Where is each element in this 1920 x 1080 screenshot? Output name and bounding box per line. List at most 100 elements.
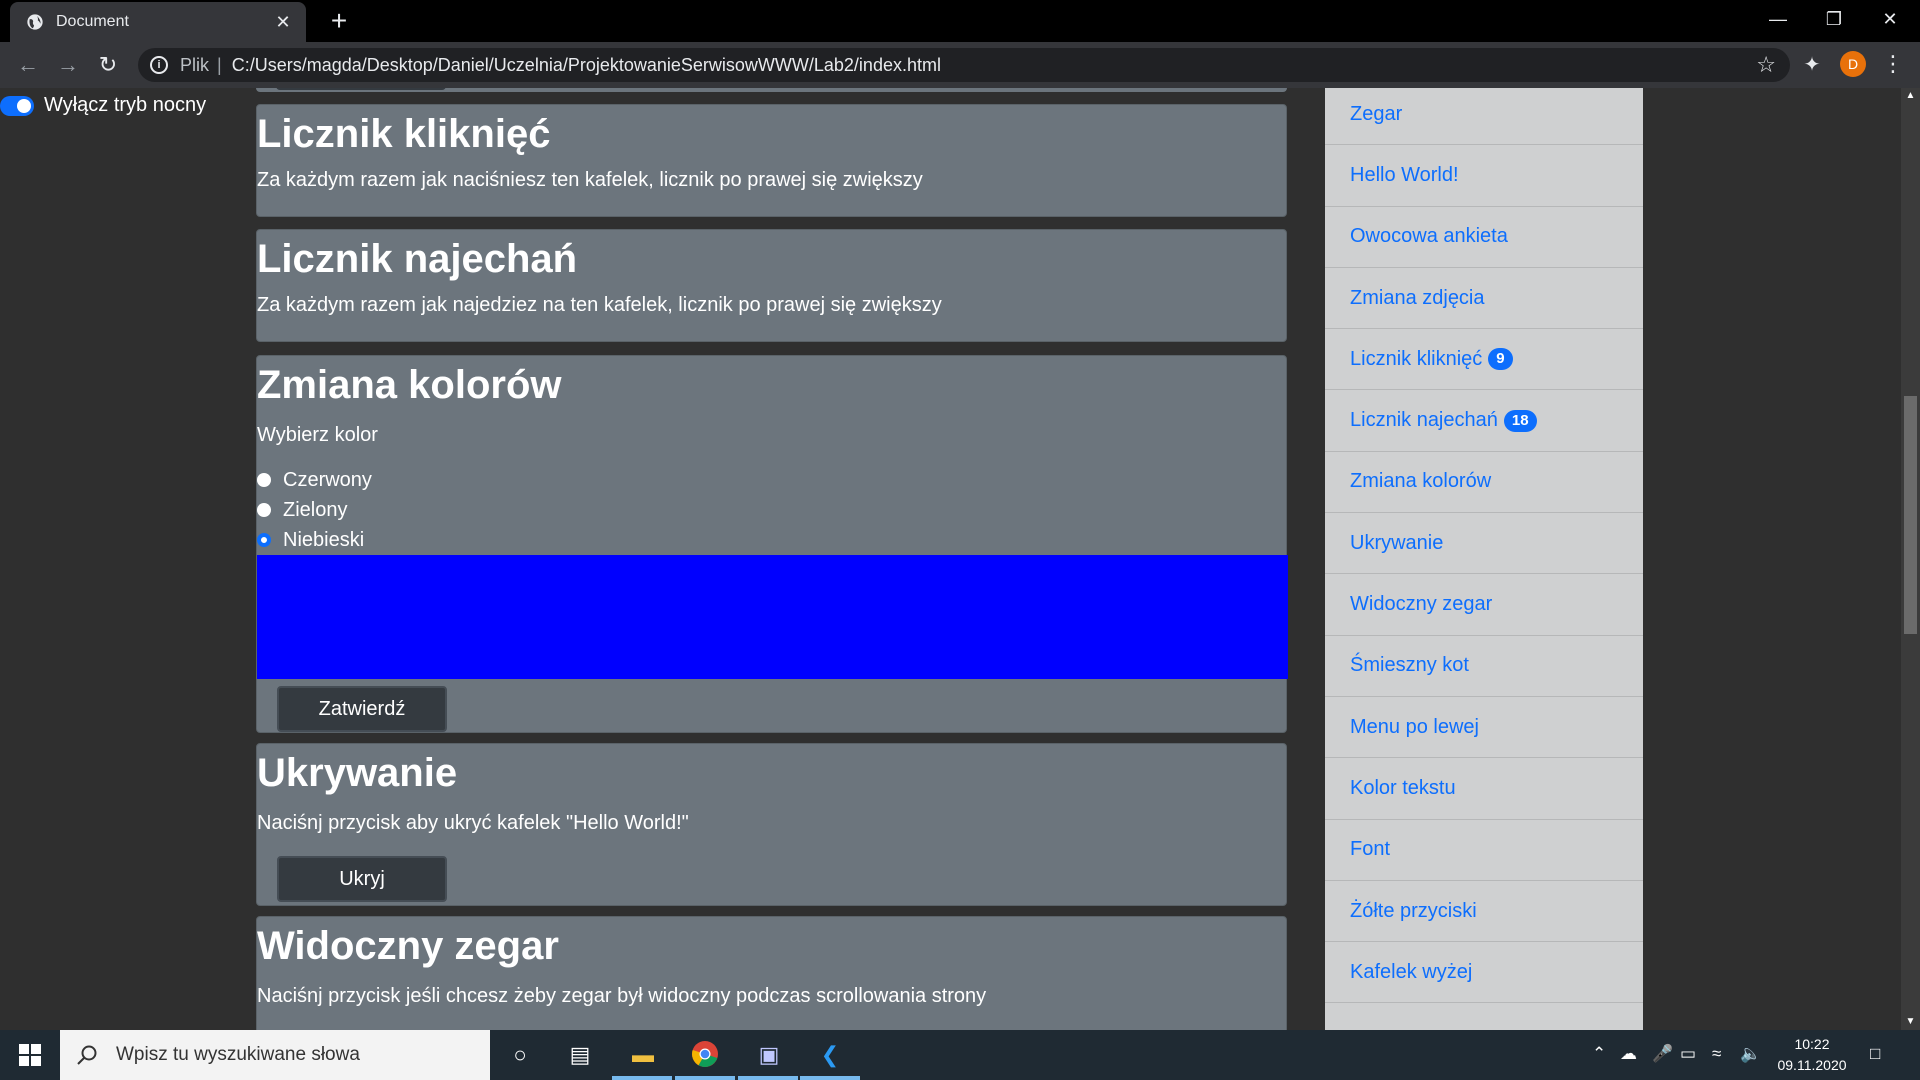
battery-icon[interactable]: ▭ <box>1680 1044 1696 1064</box>
sidebar-nav: Zegar Hello World! Owocowa ankieta Zmian… <box>1325 88 1643 1030</box>
chrome-logo <box>692 1041 718 1068</box>
clock-date: 09.11.2020 <box>1777 1057 1847 1073</box>
sidebar-item-zmiana-kolorow[interactable]: Zmiana kolorów <box>1325 452 1643 514</box>
sidebar-item-label: Zmiana kolorów <box>1350 470 1492 493</box>
sidebar-item-label: Kolor tekstu <box>1350 776 1456 799</box>
sidebar-item-label: Widoczny zegar <box>1350 593 1493 616</box>
sidebar-item-kafelek-wyzej[interactable]: Kafelek wyżej <box>1325 942 1643 1004</box>
tile-visible-clock: Widoczny zegar Naciśnj przycisk jeśli ch… <box>256 916 1287 1030</box>
dark-mode-toggle[interactable]: Wyłącz tryb nocny <box>0 94 206 117</box>
info-icon[interactable]: i <box>150 56 168 74</box>
tile-title: Licznik kliknięć <box>257 112 551 156</box>
new-tab-button[interactable]: + <box>324 6 354 36</box>
sidebar-item-hello-world[interactable]: Hello World! <box>1325 145 1643 207</box>
sidebar-item-licznik-najechan[interactable]: Licznik najechań 18 <box>1325 390 1643 452</box>
active-app-indicator <box>800 1076 860 1080</box>
active-app-indicator <box>675 1076 735 1080</box>
taskbar-search[interactable]: Wpisz tu wyszukiwane słowa <box>60 1030 490 1080</box>
sidebar-item-label: Śmieszny kot <box>1350 654 1469 677</box>
tile-hover-counter[interactable]: Licznik najechań Za każdym razem jak naj… <box>256 229 1287 342</box>
scroll-down-icon[interactable]: ▼ <box>1901 1014 1920 1030</box>
search-icon <box>77 1045 97 1065</box>
restore-icon[interactable]: ❐ <box>1806 0 1862 40</box>
tile-title: Licznik najechań <box>257 237 578 281</box>
url-separator: | <box>217 54 222 75</box>
page-scrollbar[interactable]: ▲ ▼ <box>1901 88 1920 1030</box>
taskbar-clock[interactable]: 10:22 09.11.2020 <box>1762 1034 1862 1076</box>
task-view-icon[interactable]: ▤ <box>565 1040 595 1070</box>
sidebar-item-zmiana-zdjecia[interactable]: Zmiana zdjęcia <box>1325 268 1643 330</box>
sidebar-item-label: Kafelek wyżej <box>1350 960 1473 983</box>
sidebar-item-smieszny-kot[interactable]: Śmieszny kot <box>1325 636 1643 697</box>
sidebar-item-label: Żółte przyciski <box>1350 899 1477 922</box>
url-scheme: Plik <box>180 54 210 75</box>
toggle-switch[interactable] <box>0 95 34 116</box>
sidebar-item-label: Zmiana zdjęcia <box>1350 286 1485 309</box>
bookmark-star-icon[interactable]: ☆ <box>1756 52 1776 78</box>
forward-icon[interactable]: → <box>54 51 82 79</box>
minimize-icon[interactable]: — <box>1750 0 1806 40</box>
chrome-icon[interactable] <box>690 1040 720 1070</box>
microphone-icon[interactable]: 🎤 <box>1652 1044 1673 1064</box>
tile-title: Widoczny zegar <box>257 924 559 968</box>
wifi-icon[interactable]: ≈ <box>1712 1044 1721 1064</box>
sidebar-item-owocowa-ankieta[interactable]: Owocowa ankieta <box>1325 207 1643 268</box>
browser-tab[interactable]: Document ✕ <box>10 2 306 42</box>
volume-icon[interactable]: 🔈 <box>1740 1044 1761 1064</box>
tile-hiding: Ukrywanie Naciśnj przycisk aby ukryć kaf… <box>256 743 1287 906</box>
sidebar-item-label: Hello World! <box>1350 163 1459 186</box>
sidebar-item-label: Font <box>1350 838 1391 861</box>
snipping-tool-icon[interactable]: ▣ <box>754 1040 784 1070</box>
scroll-up-icon[interactable]: ▲ <box>1901 88 1920 104</box>
sidebar-item-label: Menu po lewej <box>1350 715 1479 738</box>
sidebar-item-font[interactable]: Font <box>1325 820 1643 881</box>
cortana-icon[interactable]: ○ <box>505 1040 535 1070</box>
reload-icon[interactable]: ↻ <box>94 51 122 79</box>
extensions-icon[interactable]: ✦ <box>1800 52 1824 76</box>
sidebar-item-next[interactable] <box>1325 1003 1643 1030</box>
sidebar-item-label: Ukrywanie <box>1350 531 1444 554</box>
globe-icon <box>27 14 43 30</box>
submit-color-button[interactable]: Zatwierdź <box>277 686 447 732</box>
browser-toolbar: ← → ↻ i Plik | C:/Users/magda/Desktop/Da… <box>0 42 1920 88</box>
file-explorer-icon[interactable]: ▬ <box>628 1040 658 1070</box>
sidebar-item-licznik-klikniec[interactable]: Licznik kliknięć 9 <box>1325 329 1643 391</box>
sidebar-item-label: Licznik najechań <box>1350 409 1498 432</box>
active-app-indicator <box>738 1076 798 1080</box>
clock-time: 10:22 <box>1794 1036 1830 1052</box>
tile-title: Ukrywanie <box>257 751 458 795</box>
sidebar-item-ukrywanie[interactable]: Ukrywanie <box>1325 513 1643 575</box>
sidebar-item-zolte-przyciski[interactable]: Żółte przyciski <box>1325 881 1643 943</box>
radio-button[interactable] <box>257 473 271 487</box>
sidebar-item-menu-po-lewej[interactable]: Menu po lewej <box>1325 697 1643 759</box>
tile-title: Zmiana kolorów <box>257 363 562 407</box>
radio-option-green[interactable]: Zielony <box>257 495 1286 525</box>
back-icon[interactable]: ← <box>14 51 42 79</box>
radio-option-red[interactable]: Czerwony <box>257 465 1286 495</box>
close-window-icon[interactable]: ✕ <box>1862 0 1918 40</box>
tray-chevron-icon[interactable]: ⌃ <box>1592 1044 1606 1064</box>
radio-button[interactable] <box>257 503 271 517</box>
start-button[interactable] <box>0 1030 60 1080</box>
sidebar-item-kolor-tekstu[interactable]: Kolor tekstu <box>1325 758 1643 820</box>
notifications-icon[interactable]: □ <box>1870 1044 1880 1064</box>
tile-click-counter[interactable]: Licznik kliknięć Za każdym razem jak nac… <box>256 104 1287 217</box>
radio-option-blue[interactable]: Niebieski <box>257 525 1286 555</box>
radio-button-checked[interactable] <box>257 533 271 547</box>
profile-avatar[interactable]: D <box>1840 51 1866 77</box>
scroll-thumb[interactable] <box>1904 396 1917 634</box>
url-text[interactable]: C:/Users/magda/Desktop/Daniel/Uczelnia/P… <box>232 55 941 76</box>
browser-tab-strip: Document ✕ + — ❐ ✕ <box>0 0 1920 42</box>
sidebar-item-widoczny-zegar[interactable]: Widoczny zegar <box>1325 574 1643 636</box>
vscode-icon[interactable]: ❮ <box>815 1040 845 1070</box>
hover-count-badge: 18 <box>1503 409 1537 432</box>
tab-close-icon[interactable]: ✕ <box>268 12 298 33</box>
address-bar[interactable]: i Plik | C:/Users/magda/Desktop/Daniel/U… <box>138 48 1790 82</box>
browser-menu-icon[interactable]: ⋮ <box>1882 50 1904 78</box>
previous-tile-button[interactable] <box>276 88 446 90</box>
onedrive-icon[interactable]: ☁ <box>1620 1044 1637 1064</box>
hide-button[interactable]: Ukryj <box>277 856 447 902</box>
taskbar-search-placeholder: Wpisz tu wyszukiwane słowa <box>116 1044 360 1065</box>
sidebar-item-zegar[interactable]: Zegar <box>1325 88 1643 146</box>
radio-label: Czerwony <box>283 468 372 491</box>
